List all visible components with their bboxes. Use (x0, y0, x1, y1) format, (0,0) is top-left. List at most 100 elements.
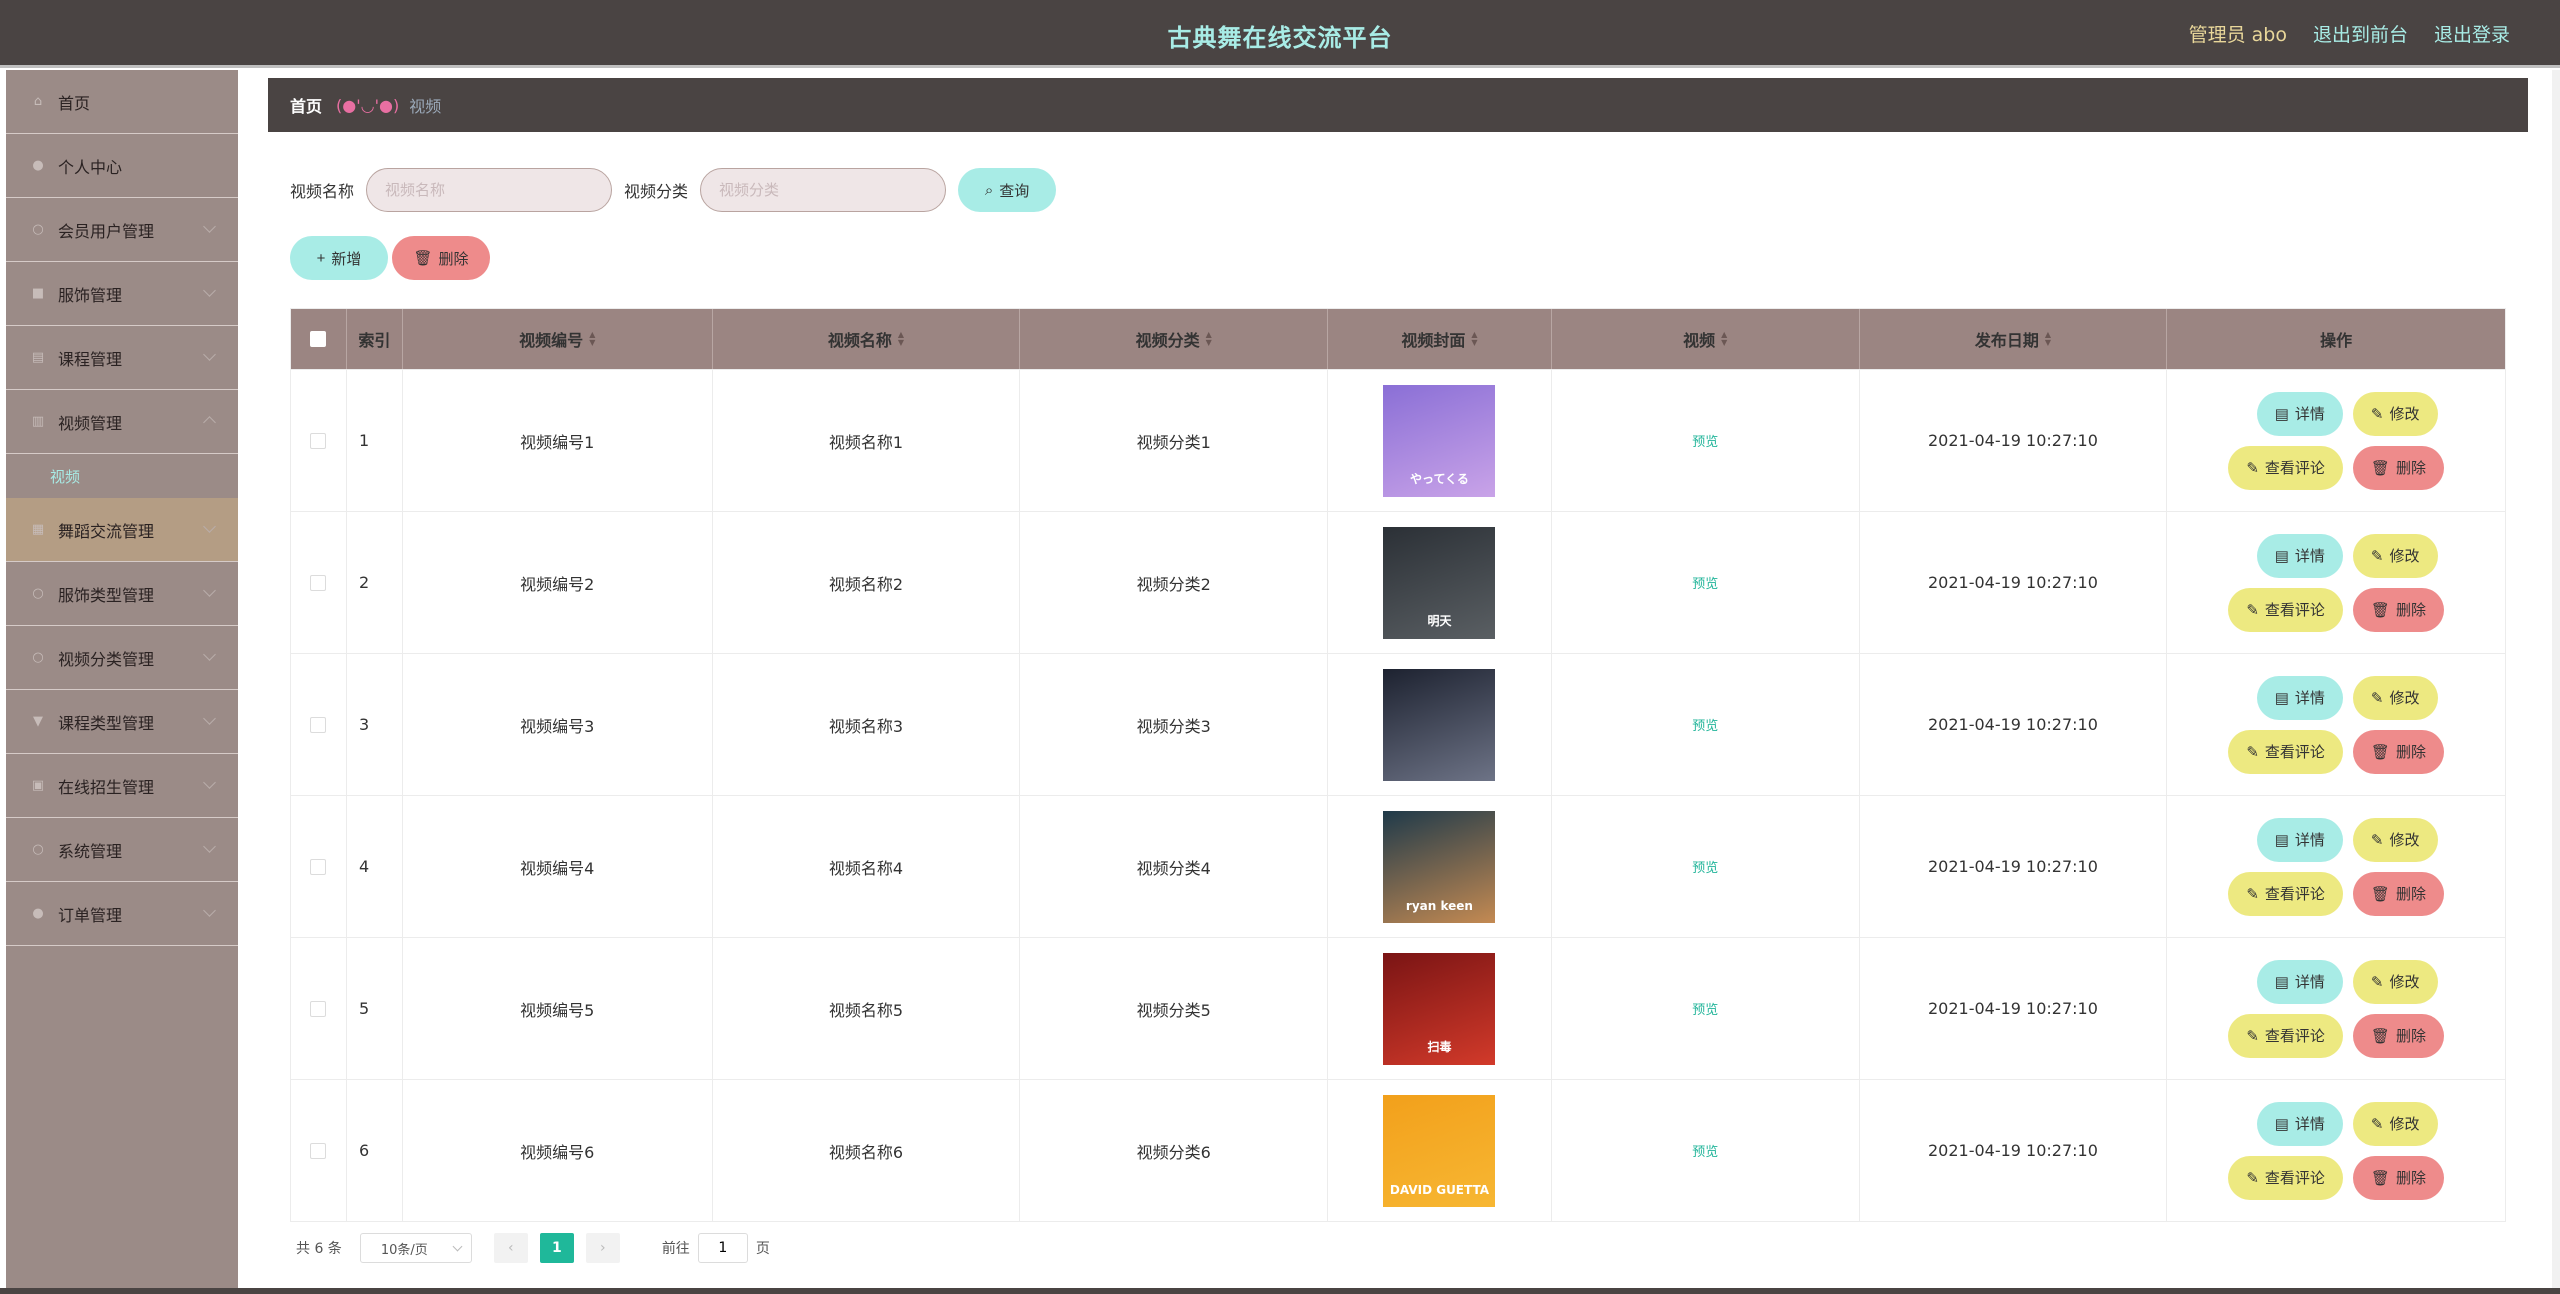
sidebar-item-costumes[interactable]: ■ 服饰管理 (6, 262, 238, 326)
next-page-button[interactable]: › (585, 1233, 620, 1263)
row-checkbox[interactable] (310, 1000, 327, 1017)
chevron-down-icon (203, 520, 216, 533)
view-comments-button[interactable]: ✎ 查看评论 (2228, 1155, 2343, 1200)
cover-text: ryan keen (1405, 898, 1473, 913)
row-checkbox[interactable] (310, 858, 327, 875)
header-date[interactable]: 发布日期 ▲ ▼ (1860, 309, 2168, 369)
sidebar-item-label: 个人中心 (58, 157, 123, 177)
sort-icon[interactable]: ▲ ▼ (1471, 331, 1477, 347)
sidebar-item-videos[interactable]: ▥ 视频管理 (6, 390, 238, 454)
row-code: 视频编号6 (403, 1080, 713, 1221)
query-button[interactable]: ⌕ 查询 (958, 168, 1057, 212)
add-button[interactable]: + 新增 (290, 236, 388, 280)
detail-button[interactable]: ▤ 详情 (2256, 1101, 2343, 1146)
sidebar-item-profile[interactable]: ● 个人中心 (6, 134, 238, 198)
sort-icon[interactable]: ▲ ▼ (1206, 331, 1212, 347)
video-cover-image[interactable]: 明天 (1383, 526, 1496, 639)
view-comments-button[interactable]: ✎ 查看评论 (2228, 587, 2343, 632)
view-comments-button[interactable]: ✎ 查看评论 (2228, 729, 2343, 774)
sort-icon[interactable]: ▲ ▼ (2045, 331, 2051, 347)
vertical-scrollbar[interactable] (2552, 70, 2560, 1294)
delete-button[interactable]: 🗑 删除 (2352, 587, 2444, 632)
sidebar-item-course-types[interactable]: ▼ 课程类型管理 (6, 690, 238, 754)
delete-button[interactable]: 🗑 删除 (2352, 871, 2444, 916)
sidebar-item-members[interactable]: ○ 会员用户管理 (6, 198, 238, 262)
delete-button[interactable]: 🗑 删除 (2352, 1155, 2444, 1200)
edit-button[interactable]: ✎ 修改 (2352, 959, 2438, 1004)
sort-icon[interactable]: ▲ ▼ (589, 331, 595, 347)
cover-text: 明天 (1427, 613, 1452, 628)
table-header: 索引 视频编号 ▲ ▼ 视频名称 ▲ ▼ 视频分类 ▲ ▼ 视频封面 ▲ ▼ 视频 ▲ ▼ 发布日期… (291, 309, 2505, 369)
sidebar-item-courses[interactable]: ▤ 课程管理 (6, 326, 238, 390)
video-category-input[interactable] (700, 168, 947, 212)
sidebar-item-label: 服饰类型管理 (58, 585, 155, 605)
sort-icon[interactable]: ▲ ▼ (898, 331, 904, 347)
row-cover-cell: 明天 (1328, 512, 1552, 653)
to-front-link[interactable]: 退出到前台 (2313, 20, 2408, 47)
page-size-select[interactable]: 10条/页 (359, 1233, 472, 1263)
sidebar-item-video-categories[interactable]: ○ 视频分类管理 (6, 626, 238, 690)
page-button-current[interactable]: 1 (539, 1233, 574, 1263)
edit-button[interactable]: ✎ 修改 (2352, 675, 2438, 720)
sort-icon[interactable]: ▲ ▼ (1721, 331, 1727, 347)
row-checkbox[interactable] (310, 574, 327, 591)
chevron-down-icon (203, 776, 216, 789)
edit-button[interactable]: ✎ 修改 (2352, 533, 2438, 578)
detail-button[interactable]: ▤ 详情 (2256, 391, 2343, 436)
view-comments-button[interactable]: ✎ 查看评论 (2228, 871, 2343, 916)
trash-icon: 🗑 (2370, 1027, 2390, 1045)
video-cover-image[interactable]: 扫毒 (1383, 952, 1496, 1065)
preview-link[interactable]: 预览 (1692, 431, 1718, 450)
bulk-delete-button[interactable]: 🗑 删除 (392, 236, 490, 280)
sidebar-item-enrollment[interactable]: ▣ 在线招生管理 (6, 754, 238, 818)
breadcrumb-home[interactable]: 首页 (290, 93, 322, 117)
video-cover-image[interactable]: ryan keen (1383, 810, 1496, 923)
preview-link[interactable]: 预览 (1692, 999, 1718, 1018)
detail-button[interactable]: ▤ 详情 (2256, 675, 2343, 720)
sidebar-item-label: 系统管理 (58, 841, 123, 861)
delete-button[interactable]: 🗑 删除 (2352, 729, 2444, 774)
goto-page-input[interactable] (697, 1233, 748, 1263)
sidebar-item-orders[interactable]: ● 订单管理 (6, 882, 238, 946)
video-cover-image[interactable]: DAVID GUETTA (1383, 1094, 1496, 1207)
row-video-cell: 预览 (1552, 512, 1860, 653)
detail-button[interactable]: ▤ 详情 (2256, 817, 2343, 862)
header-name[interactable]: 视频名称 ▲ ▼ (713, 309, 1021, 369)
header-category[interactable]: 视频分类 ▲ ▼ (1020, 309, 1329, 369)
sidebar-item-costume-types[interactable]: ○ 服饰类型管理 (6, 562, 238, 626)
delete-button[interactable]: 🗑 删除 (2352, 445, 2444, 490)
video-name-input[interactable] (366, 168, 613, 212)
video-cover-image[interactable] (1383, 668, 1496, 781)
select-all-checkbox[interactable] (310, 331, 327, 347)
header-video[interactable]: 视频 ▲ ▼ (1552, 309, 1860, 369)
video-cover-image[interactable]: やってくる (1383, 384, 1496, 497)
detail-button[interactable]: ▤ 详情 (2256, 533, 2343, 578)
preview-link[interactable]: 预览 (1692, 1141, 1718, 1160)
trash-icon: 🗑 (413, 250, 433, 267)
sidebar-subitem-video[interactable]: 视频 (6, 454, 238, 498)
row-video-cell: 预览 (1552, 796, 1860, 937)
detail-button[interactable]: ▤ 详情 (2256, 959, 2343, 1004)
table-row: 2 视频编号2 视频名称2 视频分类2 明天 预览 2021-04-19 10:27:10 ▤… (291, 511, 2505, 653)
edit-button[interactable]: ✎ 修改 (2352, 817, 2438, 862)
row-checkbox[interactable] (310, 1142, 327, 1159)
view-comments-button[interactable]: ✎ 查看评论 (2228, 1013, 2343, 1058)
preview-link[interactable]: 预览 (1692, 715, 1718, 734)
sidebar-item-dance-exchange[interactable]: ▦ 舞蹈交流管理 (6, 498, 238, 562)
row-cover-cell: やってくる (1328, 370, 1552, 511)
delete-button[interactable]: 🗑 删除 (2352, 1013, 2444, 1058)
sidebar-item-home[interactable]: ⌂ 首页 (6, 70, 238, 134)
prev-page-button[interactable]: ‹ (493, 1233, 528, 1263)
logout-link[interactable]: 退出登录 (2434, 20, 2510, 47)
view-comments-button[interactable]: ✎ 查看评论 (2228, 445, 2343, 490)
preview-link[interactable]: 预览 (1692, 857, 1718, 876)
content-panel: 视频名称 视频分类 ⌕ 查询 + 新增 🗑 删除 索引 视频编号▲▼ 视频名称▲… (268, 146, 2528, 1286)
row-checkbox[interactable] (310, 432, 327, 449)
sidebar-item-system[interactable]: ○ 系统管理 (6, 818, 238, 882)
header-cover[interactable]: 视频封面 ▲ ▼ (1328, 309, 1552, 369)
preview-link[interactable]: 预览 (1692, 573, 1718, 592)
edit-button[interactable]: ✎ 修改 (2352, 1101, 2438, 1146)
row-checkbox[interactable] (310, 716, 327, 733)
header-code[interactable]: 视频编号 ▲ ▼ (403, 309, 713, 369)
edit-button[interactable]: ✎ 修改 (2352, 391, 2438, 436)
